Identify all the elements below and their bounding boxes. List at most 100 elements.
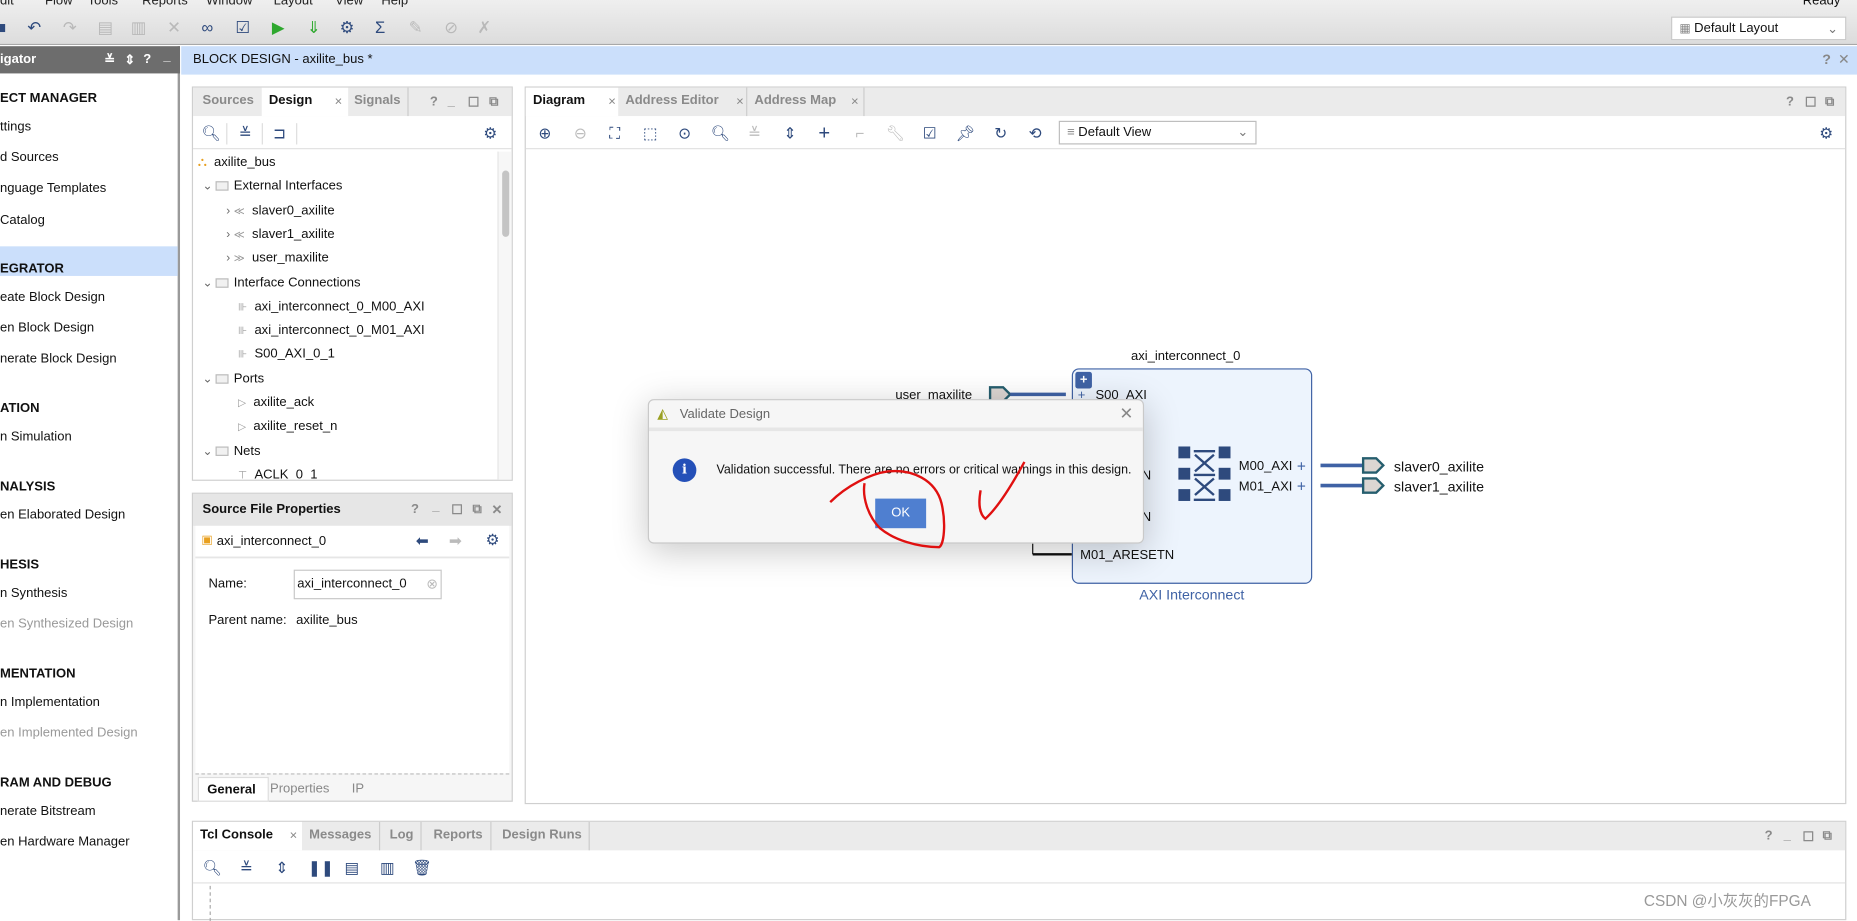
help-icon[interactable]: ? [143, 52, 151, 66]
minimize-icon[interactable]: _ [1784, 829, 1791, 843]
menu-flow[interactable]: Flow [45, 0, 73, 8]
tree-item[interactable]: ⌄ Ports [203, 372, 265, 386]
save-icon[interactable]: ■ [0, 18, 12, 37]
chevron-down-icon[interactable]: ⌄ [203, 277, 213, 290]
tree-item[interactable]: ⌄ External Interfaces [203, 179, 343, 193]
nav-item[interactable]: nguage Templates [0, 181, 106, 195]
validate-icon[interactable]: ☑ [920, 124, 939, 143]
maximize-icon[interactable]: ☐ [451, 502, 463, 517]
menu-layout[interactable]: Layout [274, 0, 313, 8]
pin-m01-axi[interactable]: M01_AXI [1239, 480, 1293, 494]
chevron-down-icon[interactable]: ⌄ [203, 373, 213, 386]
tab-tcl-console[interactable]: Tcl Console × [193, 821, 302, 851]
help-icon[interactable]: ? [1765, 829, 1773, 843]
collapse-all-icon[interactable]: ≚ [237, 859, 256, 878]
tab-reports[interactable]: Reports [426, 821, 491, 851]
tab-address-map[interactable]: Address Map × [746, 87, 865, 117]
copy-icon[interactable]: ▤ [342, 859, 361, 878]
tree-item[interactable]: ⌄ Interface Connections [203, 275, 361, 289]
nav-item[interactable]: eate Block Design [0, 290, 105, 304]
tab-sources[interactable]: Sources [195, 88, 261, 116]
bitstream-icon[interactable]: ⇓ [303, 18, 324, 38]
search-icon[interactable]: 🔍︎ [201, 124, 221, 143]
redo-icon[interactable]: ↷ [59, 18, 80, 38]
chevron-right-icon[interactable]: › [226, 252, 230, 265]
help-icon[interactable]: ? [411, 502, 419, 516]
settings-icon[interactable]: ⚙ [336, 18, 357, 38]
zoom-out-icon[interactable]: ⊖ [571, 124, 590, 143]
minimize-icon[interactable]: _ [163, 50, 170, 64]
nav-item[interactable]: en Hardware Manager [0, 835, 130, 849]
menu-edit[interactable]: dit [0, 0, 14, 8]
maximize-icon[interactable]: ☐ [1805, 95, 1817, 110]
gear-icon[interactable]: ⚙ [486, 531, 500, 550]
back-arrow-icon[interactable]: ⬅ [416, 532, 429, 551]
tree-item[interactable]: ⛬ axilite_bus [198, 155, 276, 170]
clear-icon[interactable]: ⊗ [426, 576, 438, 593]
port-slaver0-axilite[interactable]: slaver0_axilite [1394, 458, 1484, 475]
tab-address-editor[interactable]: Address Editor × [618, 88, 746, 116]
regenerate-layout-icon[interactable]: ⟲ [1026, 124, 1045, 143]
tab-messages[interactable]: Messages [302, 821, 380, 851]
menu-help[interactable]: Help [381, 0, 408, 8]
tree-scrollbar[interactable] [497, 151, 512, 480]
collapse-all-icon[interactable]: ≚ [104, 52, 115, 67]
tree-item[interactable]: ⊪ axi_interconnect_0_M00_AXI [238, 299, 425, 313]
close-icon[interactable]: ✕ [1838, 51, 1850, 68]
nav-item[interactable]: n Implementation [0, 695, 100, 709]
gear-icon[interactable]: ⚙ [481, 124, 500, 143]
chevron-down-icon[interactable]: ⌄ [203, 445, 213, 458]
pin-icon[interactable]: 📌︎ [956, 124, 976, 143]
expand-all-icon[interactable]: ⇕ [780, 124, 799, 143]
nav-item[interactable]: en Elaborated Design [0, 508, 125, 522]
tree-item[interactable]: ⌄ Nets [203, 444, 261, 458]
link-icon[interactable]: ⊘ [441, 18, 462, 38]
layout-select[interactable]: ▦ Default Layout ⌄ [1671, 16, 1847, 41]
pause-icon[interactable]: ❚❚ [308, 859, 334, 878]
maximize-icon[interactable]: ☐ [468, 95, 480, 110]
tab-design[interactable]: Design × [261, 87, 349, 117]
zoom-fit-icon[interactable]: ⛶ [605, 124, 624, 143]
name-field[interactable]: axi_interconnect_0 ⊗ [293, 569, 442, 600]
add-ip-icon[interactable]: + [815, 123, 834, 143]
minimize-icon[interactable]: _ [432, 500, 439, 514]
close-tab-icon[interactable]: × [335, 95, 343, 109]
nav-item[interactable]: n Synthesis [0, 586, 67, 600]
close-icon[interactable]: ✕ [1119, 404, 1133, 424]
menu-window[interactable]: Window [206, 0, 252, 8]
close-tab-icon[interactable]: × [736, 95, 744, 109]
collapse-all-icon[interactable]: ≚ [236, 124, 255, 143]
close-tab-icon[interactable]: × [851, 95, 859, 109]
trash-icon[interactable]: 🗑︎ [412, 859, 432, 878]
nav-item[interactable]: nerate Block Design [0, 352, 117, 366]
port-slaver1-axilite[interactable]: slaver1_axilite [1394, 478, 1484, 495]
tree-item[interactable]: ⊪ axi_interconnect_0_M01_AXI [238, 323, 425, 337]
tree-item[interactable]: ⊪ S00_AXI_0_1 [238, 347, 335, 361]
help-icon[interactable]: ? [1822, 51, 1831, 68]
tab-design-runs[interactable]: Design Runs [495, 821, 591, 851]
undo-icon[interactable]: ↶ [24, 18, 45, 38]
paste-icon[interactable]: ▥ [128, 18, 149, 38]
refresh-icon[interactable]: ↻ [991, 124, 1010, 143]
expand-all-icon[interactable]: ⇕ [272, 859, 291, 878]
sigma-icon[interactable]: Σ [370, 18, 391, 37]
float-icon[interactable]: ⧉ [1825, 95, 1834, 110]
menu-tools[interactable]: Tools [88, 0, 118, 8]
tree-item[interactable]: ⊤ ACLK_0_1 [238, 468, 317, 480]
search-icon[interactable]: 🔍︎ [203, 859, 223, 878]
minimize-icon[interactable]: _ [448, 95, 455, 109]
waive-icon[interactable]: ✎ [405, 18, 426, 38]
tree-item[interactable]: ▷ axilite_ack [238, 396, 314, 410]
select-target-icon[interactable]: ⊙ [675, 124, 694, 143]
tree-item[interactable]: › ≫ user_maxilite [226, 251, 329, 265]
zoom-in-icon[interactable]: ⊕ [535, 124, 554, 143]
tab-signals[interactable]: Signals [347, 87, 409, 117]
nav-item[interactable]: en Synthesized Design [0, 617, 133, 631]
wrench-icon[interactable]: 🔧︎ [886, 124, 906, 143]
maximize-icon[interactable]: ☐ [1803, 829, 1815, 844]
help-icon[interactable]: ? [1786, 95, 1794, 109]
expand-icon[interactable]: ⇕ [124, 52, 135, 67]
nav-item[interactable]: en Block Design [0, 321, 94, 335]
columns-icon[interactable]: ▥ [378, 859, 397, 878]
hierarchy-icon[interactable]: ⊐ [270, 124, 289, 143]
